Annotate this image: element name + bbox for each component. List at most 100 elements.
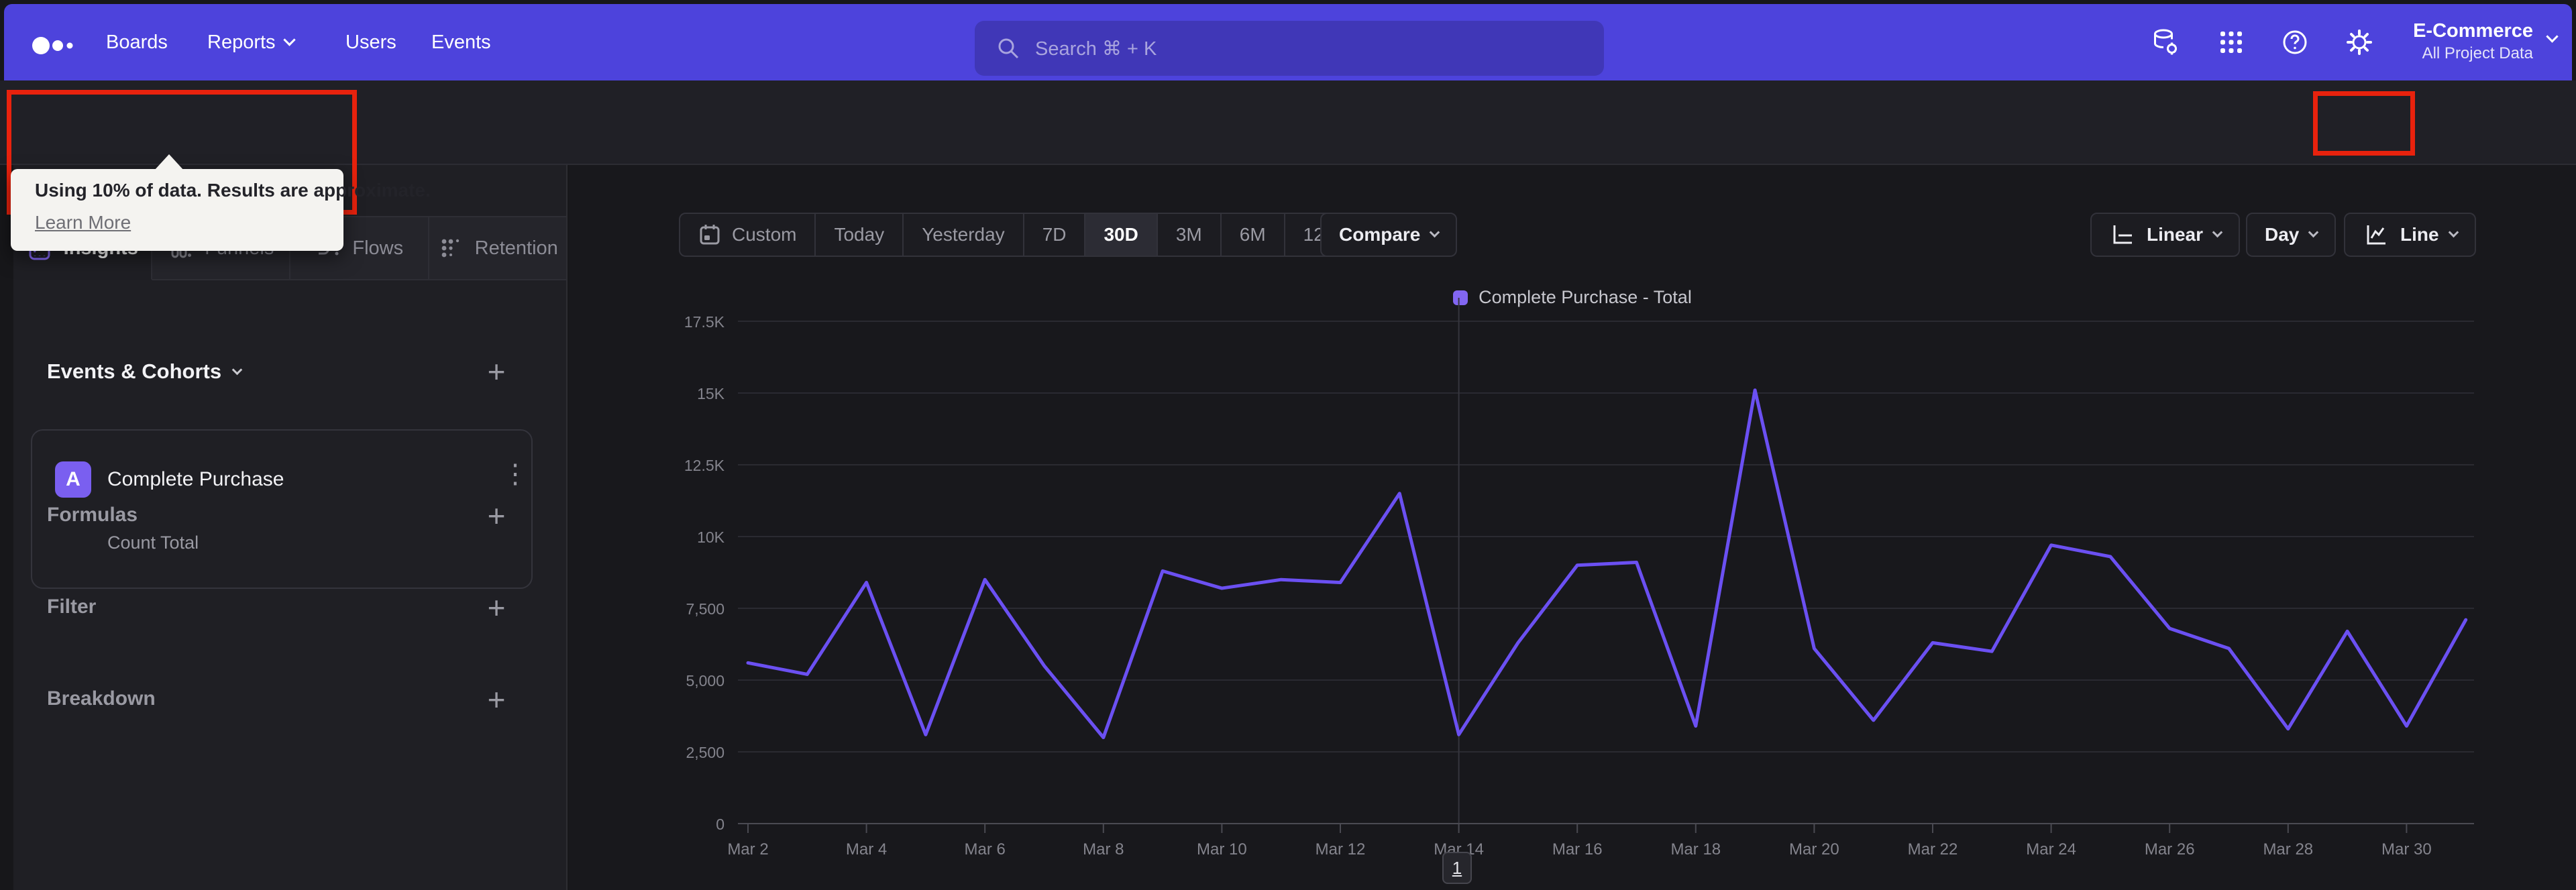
nav-reports-label: Reports: [207, 31, 276, 53]
range-7d[interactable]: 7D: [1024, 214, 1086, 256]
events-cohorts-header[interactable]: Events & Cohorts: [47, 357, 243, 386]
chart-type-dropdown[interactable]: Line: [2344, 213, 2476, 257]
compare-label: Compare: [1339, 224, 1421, 245]
svg-text:Mar 30: Mar 30: [2381, 840, 2432, 858]
top-navbar: Boards Reports Users Events Search ⌘ + K: [4, 4, 2572, 80]
svg-text:Mar 2: Mar 2: [727, 840, 768, 858]
svg-text:Mar 4: Mar 4: [846, 840, 887, 858]
interval-dropdown[interactable]: Day: [2246, 213, 2337, 257]
tooltip-message: Using 10% of data. Results are approxima…: [35, 180, 431, 201]
section-breakdown: Breakdown: [47, 687, 156, 710]
range-7d-label: 7D: [1042, 224, 1067, 245]
add-formula-button[interactable]: +: [482, 500, 511, 531]
svg-text:0: 0: [716, 816, 724, 833]
svg-text:7,500: 7,500: [686, 600, 724, 618]
data-management-icon[interactable]: [2151, 27, 2180, 57]
chart-panel: Custom Today Yesterday 7D 30D 3M 6M 12M …: [569, 165, 2576, 890]
range-6m[interactable]: 6M: [1222, 214, 1285, 256]
add-breakdown-button[interactable]: +: [482, 684, 511, 715]
project-name: E-Commerce: [2413, 20, 2533, 42]
project-scope: All Project Data: [2422, 44, 2533, 62]
chevron-down-icon: [282, 33, 296, 46]
report-title-bar: Untitled Sampled + Add description...: [0, 80, 2576, 223]
apps-grid-icon[interactable]: [2216, 27, 2246, 57]
tooltip-arrow: [154, 154, 184, 170]
nav-events-label: Events: [431, 31, 491, 53]
chevron-down-icon: [231, 364, 243, 375]
tab-flows-label: Flows: [352, 237, 404, 259]
event-metric[interactable]: Count Total: [107, 533, 199, 553]
chevron-down-icon: [2308, 227, 2319, 237]
chevron-down-icon: [2212, 227, 2223, 237]
chart-pagination-badge[interactable]: 1: [1442, 852, 1472, 884]
scale-label: Linear: [2147, 224, 2204, 245]
range-custom-label: Custom: [732, 224, 797, 245]
add-filter-button[interactable]: +: [482, 592, 511, 623]
chart-type-label: Line: [2400, 224, 2439, 245]
search-placeholder: Search ⌘ + K: [1035, 38, 1157, 60]
date-range-control: Custom Today Yesterday 7D 30D 3M 6M 12M: [679, 213, 1360, 257]
range-3m-label: 3M: [1175, 224, 1202, 245]
line-chart-plot[interactable]: 0 2,500 5,000 7,500 10K 12.5K 15K 17.5K Mar 2 Mar…: [569, 288, 2576, 890]
svg-text:Mar 28: Mar 28: [2263, 840, 2313, 858]
range-30d-label: 30D: [1104, 224, 1138, 245]
section-filter: Filter: [47, 596, 97, 618]
event-name: Complete Purchase: [107, 468, 284, 490]
svg-text:Mar 10: Mar 10: [1197, 840, 1247, 858]
search-icon: [998, 38, 1019, 59]
tab-retention[interactable]: Retention: [429, 217, 566, 280]
svg-text:Mar 16: Mar 16: [1552, 840, 1603, 858]
svg-text:Mar 6: Mar 6: [965, 840, 1006, 858]
settings-gear-icon[interactable]: [2345, 27, 2374, 57]
svg-text:12.5K: 12.5K: [684, 457, 725, 474]
nav-item-reports[interactable]: Reports: [207, 4, 296, 80]
range-yesterday[interactable]: Yesterday: [904, 214, 1024, 256]
nav-item-events[interactable]: Events: [431, 4, 491, 80]
svg-text:Mar 24: Mar 24: [2026, 840, 2076, 858]
scale-dropdown[interactable]: Linear: [2090, 213, 2241, 257]
line-chart-icon: [2367, 225, 2385, 245]
svg-text:Mar 18: Mar 18: [1670, 840, 1721, 858]
svg-text:15K: 15K: [697, 385, 725, 402]
project-chevron-down-icon: [2546, 30, 2559, 43]
mixpanel-insights-app: Boards Reports Users Events Search ⌘ + K: [0, 0, 2576, 890]
section-formulas: Formulas: [47, 504, 138, 526]
interval-label: Day: [2265, 224, 2300, 245]
svg-text:Mar 8: Mar 8: [1083, 840, 1124, 858]
project-selector[interactable]: E-Commerce All Project Data: [2382, 19, 2533, 64]
svg-text:Mar 26: Mar 26: [2145, 840, 2195, 858]
calendar-icon: [700, 225, 720, 245]
svg-text:Mar 20: Mar 20: [1789, 840, 1839, 858]
help-icon[interactable]: [2280, 27, 2310, 57]
chevron-down-icon: [1430, 227, 1440, 237]
range-custom[interactable]: Custom: [680, 214, 816, 256]
sampling-tooltip: Using 10% of data. Results are approxima…: [11, 154, 431, 251]
add-event-button[interactable]: +: [482, 356, 511, 387]
retention-icon: [441, 239, 459, 258]
range-6m-label: 6M: [1239, 224, 1266, 245]
mixpanel-logo[interactable]: [31, 27, 82, 64]
chevron-down-icon: [2448, 227, 2459, 237]
range-3m[interactable]: 3M: [1158, 214, 1222, 256]
nav-item-users[interactable]: Users: [345, 4, 396, 80]
compare-dropdown[interactable]: Compare: [1320, 213, 1458, 257]
event-series-badge: A: [55, 461, 91, 498]
svg-text:5,000: 5,000: [686, 672, 724, 689]
tooltip-learn-more-link[interactable]: Learn More: [35, 212, 131, 233]
svg-text:2,500: 2,500: [686, 744, 724, 761]
nav-boards-label: Boards: [106, 31, 168, 53]
svg-text:Mar 22: Mar 22: [1908, 840, 1958, 858]
range-30d-active[interactable]: 30D: [1085, 214, 1158, 256]
tab-retention-label: Retention: [474, 237, 558, 259]
event-options-kebab[interactable]: ⋮: [502, 459, 529, 490]
svg-text:17.5K: 17.5K: [684, 313, 725, 331]
events-cohorts-label: Events & Cohorts: [47, 359, 222, 383]
range-today-label: Today: [834, 224, 885, 245]
nav-users-label: Users: [345, 31, 396, 53]
svg-text:Mar 12: Mar 12: [1316, 840, 1366, 858]
nav-item-boards[interactable]: Boards: [106, 4, 168, 80]
search-input[interactable]: Search ⌘ + K: [975, 21, 1604, 76]
range-today[interactable]: Today: [816, 214, 904, 256]
svg-text:10K: 10K: [697, 529, 725, 546]
range-yesterday-label: Yesterday: [922, 224, 1005, 245]
